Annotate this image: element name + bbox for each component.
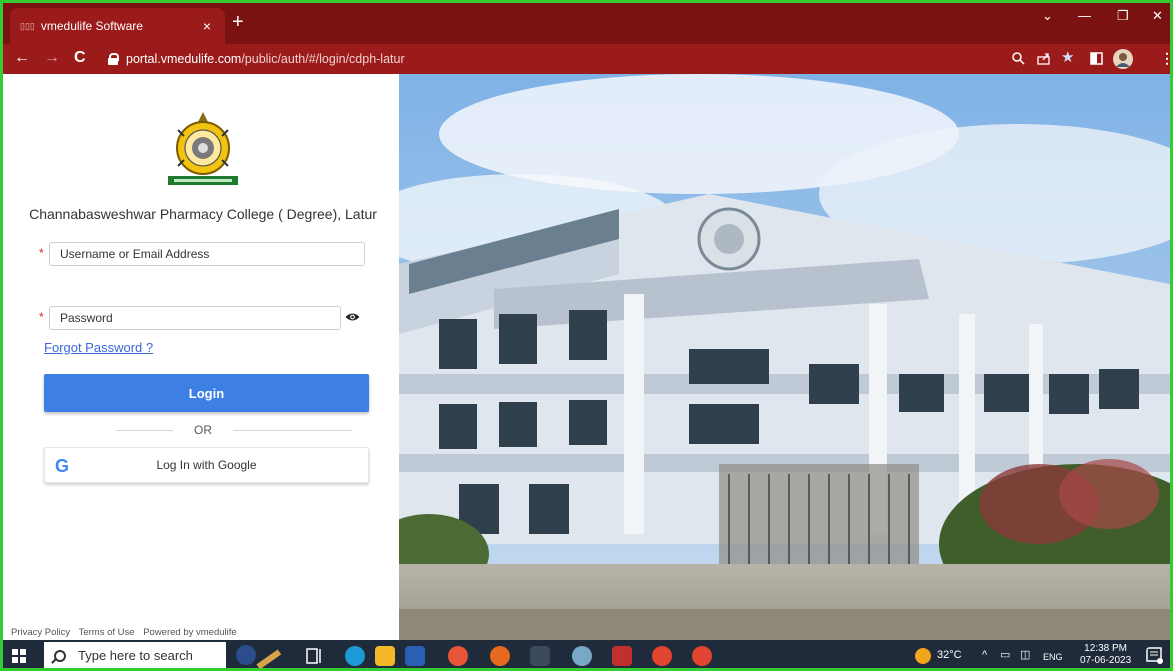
word-icon[interactable] [405,646,425,666]
volume-icon[interactable]: ◫ [1020,648,1030,662]
terms-of-use-link[interactable]: Terms of Use [79,627,135,638]
side-panel-icon[interactable] [1090,52,1103,65]
chrome-profile-icon[interactable] [652,646,672,666]
notification-center-icon[interactable] [1146,647,1164,665]
url-domain: portal.vmedulife.com [126,52,242,66]
privacy-policy-link[interactable]: Privacy Policy [11,627,70,638]
lock-icon [108,53,119,65]
taskbar-search-placeholder: Type here to search [78,648,193,663]
browser-tab-bar: ▯▯▯ vmedulife Software × + ⌄ — ❐ ✕ [0,0,1173,44]
new-tab-button[interactable]: + [232,12,244,32]
footer-links: Privacy Policy Terms of Use Powered by v… [11,627,243,638]
username-input[interactable] [49,242,365,266]
opera-icon[interactable] [448,646,468,666]
browser-address-bar: ← → C portal.vmedulife.com/public/auth/#… [0,44,1173,74]
taskbar-clock[interactable]: 12:38 PM 07-06-2023 [1080,643,1131,667]
or-divider-right [225,430,352,431]
taskbar-search-box[interactable]: Type here to search [44,642,226,669]
password-required-mark: * [39,310,44,324]
restore-icon[interactable]: ❐ [1117,8,1129,24]
reload-icon[interactable]: C [74,49,86,67]
tab-favicon-icon: ▯▯▯ [20,20,35,31]
network-icon[interactable]: ▭ [1000,648,1010,662]
minimize-icon[interactable]: — [1078,8,1091,23]
login-button[interactable]: Login [44,374,369,412]
or-separator: OR [173,423,233,437]
screen-recorder-icon[interactable] [612,646,632,666]
clock-time: 12:38 PM [1084,643,1127,654]
weather-sun-icon[interactable] [915,648,931,664]
google-login-label: Log In with Google [156,458,257,472]
forgot-password-link[interactable]: Forgot Password ? [44,340,153,355]
edge-browser-icon[interactable] [345,646,365,666]
search-icon [54,649,66,662]
paint-icon[interactable] [572,646,592,666]
back-icon[interactable]: ← [14,49,30,67]
password-input[interactable] [49,306,341,330]
url-path: /public/auth/#/login/cdph-latur [241,52,405,66]
clock-date: 07-06-2023 [1080,655,1132,666]
tray-chevron-icon[interactable]: ^ [982,648,987,662]
firefox-icon[interactable] [490,646,510,666]
task-view-icon[interactable] [305,646,325,666]
bookmark-star-icon[interactable]: ★ [1061,50,1074,66]
calculator-icon[interactable] [530,646,550,666]
browser-tab[interactable]: ▯▯▯ vmedulife Software × [10,8,225,44]
temperature-label[interactable]: 32°C [937,648,962,662]
forward-icon[interactable]: → [44,49,60,67]
google-login-button[interactable]: G Log In with Google [44,447,369,483]
browser-menu-icon[interactable]: ⋮ [1160,50,1173,66]
chrome-active-icon[interactable] [692,646,712,666]
share-icon[interactable] [1037,52,1051,65]
file-explorer-icon[interactable] [375,646,395,666]
tab-search-chevron-icon[interactable]: ⌄ [1042,8,1053,24]
windows-taskbar: Type here to search 32°C ^ ▭ ◫ ENG 12:38… [0,640,1173,671]
college-name: Channabasweshwar Pharmacy College ( Degr… [29,206,377,222]
cricket-widget-icon[interactable] [232,643,284,669]
show-password-eye-icon[interactable] [345,312,360,322]
profile-avatar-icon[interactable] [1113,49,1133,69]
campus-building-image [399,74,1170,640]
powered-by-link[interactable]: Powered by vmedulife [143,627,236,638]
campus-photo [399,74,1170,640]
url-field[interactable]: portal.vmedulife.com/public/auth/#/login… [108,49,405,69]
page-content: Channabasweshwar Pharmacy College ( Degr… [3,74,1170,640]
close-window-icon[interactable]: ✕ [1152,8,1163,24]
college-logo [168,112,238,185]
windows-start-icon[interactable] [12,649,26,663]
zoom-icon[interactable] [1012,52,1025,65]
username-required-mark: * [39,246,44,260]
tab-close-icon[interactable]: × [199,18,215,34]
tab-title: vmedulife Software [40,19,143,33]
login-panel: Channabasweshwar Pharmacy College ( Degr… [3,74,399,640]
language-indicator[interactable]: ENG [1043,650,1063,664]
